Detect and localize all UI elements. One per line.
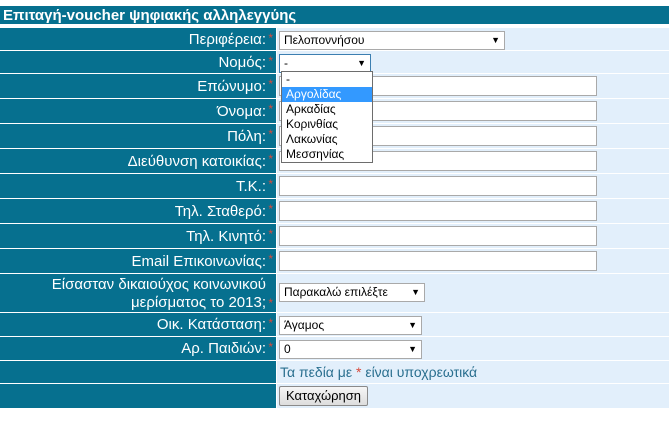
oik-katastasi-select[interactable]: Άγαμος ▼ — [279, 316, 422, 335]
label-poli: Πόλη: — [227, 127, 266, 145]
row-nomos: Νομός: * - ▼ — [0, 51, 669, 73]
merisma-select[interactable]: Παρακαλώ επιλέξτε ▼ — [279, 283, 425, 302]
nomos-option[interactable]: Λακωνίας — [282, 132, 372, 147]
required-note: Τα πεδία με * είναι υποχρεωτικά — [280, 364, 478, 380]
label-onoma: Όνομα: — [217, 102, 266, 120]
til-kinito-input[interactable] — [279, 226, 597, 246]
chevron-down-icon: ▼ — [408, 344, 417, 354]
nomos-option[interactable]: Μεσσηνίας — [282, 147, 372, 162]
row-required-note: Τα πεδία με * είναι υποχρεωτικά — [0, 361, 669, 383]
row-ar-paidion: Αρ. Παιδιών: * 0 ▼ — [0, 337, 669, 360]
required-mark: * — [268, 54, 273, 68]
submit-button[interactable]: Καταχώρηση — [279, 386, 368, 406]
required-mark: * — [268, 227, 273, 241]
required-mark: * — [268, 127, 273, 141]
label-merisma-line1: Είσασταν δικαιούχος κοινωνικού — [51, 276, 266, 293]
required-mark: * — [268, 252, 273, 266]
row-tk: Τ.Κ.: * — [0, 174, 669, 198]
nomos-option[interactable]: Κορινθίας — [282, 117, 372, 132]
label-oik-katastasi: Οικ. Κατάσταση: — [156, 316, 266, 333]
row-til-stathero: Τηλ. Σταθερό: * — [0, 199, 669, 223]
perifereia-select[interactable]: Πελοποννήσου ▼ — [279, 31, 505, 50]
nomos-option-highlighted[interactable]: Αργολίδας — [282, 87, 372, 102]
form-title: Επιταγή-voucher ψηφιακής αλληλεγγύης — [0, 6, 669, 26]
tk-input[interactable] — [279, 176, 597, 196]
row-til-kinito: Τηλ. Κινητό: * — [0, 224, 669, 248]
required-mark: * — [268, 202, 273, 216]
label-merisma-line2: μερίσματος το 2013; — [131, 294, 266, 311]
label-eponymo: Επώνυμο: — [197, 77, 266, 95]
required-mark: * — [268, 152, 273, 166]
label-nomos: Νομός: — [218, 53, 266, 71]
label-ar-paidion: Αρ. Παιδιών: — [181, 340, 266, 357]
label-email: Email Επικοινωνίας: — [131, 252, 266, 270]
row-merisma: Είσασταν δικαιούχος κοινωνικού μερίσματο… — [0, 274, 669, 312]
row-submit: Καταχώρηση — [0, 384, 669, 408]
required-mark: * — [268, 102, 273, 116]
label-til-kinito: Τηλ. Κινητό: — [186, 227, 266, 245]
required-mark: * — [268, 316, 273, 330]
row-oik-katastasi: Οικ. Κατάσταση: * Άγαμος ▼ — [0, 313, 669, 336]
nomos-dropdown-list: - Αργολίδας Αρκαδίας Κορινθίας Λακωνίας … — [281, 71, 373, 163]
nomos-option[interactable]: - — [282, 72, 372, 87]
row-perifereia: Περιφέρεια: * Πελοποννήσου ▼ — [0, 28, 669, 50]
chevron-down-icon: ▼ — [411, 287, 420, 297]
label-dieuthynsi: Διεύθυνση κατοικίας: — [127, 152, 266, 170]
nomos-option[interactable]: Αρκαδίας — [282, 102, 372, 117]
til-stathero-input[interactable] — [279, 201, 597, 221]
chevron-down-icon: ▼ — [357, 58, 366, 68]
chevron-down-icon: ▼ — [408, 320, 417, 330]
required-mark: * — [268, 31, 273, 45]
chevron-down-icon: ▼ — [491, 35, 500, 45]
label-tk: Τ.Κ.: — [235, 177, 266, 195]
required-mark: * — [268, 77, 273, 91]
ar-paidion-select[interactable]: 0 ▼ — [279, 340, 422, 359]
email-input[interactable] — [279, 251, 597, 271]
required-mark: * — [268, 296, 273, 310]
required-mark: * — [268, 177, 273, 191]
label-til-stathero: Τηλ. Σταθερό: — [174, 202, 266, 220]
required-mark: * — [268, 340, 273, 354]
label-perifereia: Περιφέρεια: — [188, 30, 266, 48]
row-email: Email Επικοινωνίας: * — [0, 249, 669, 273]
